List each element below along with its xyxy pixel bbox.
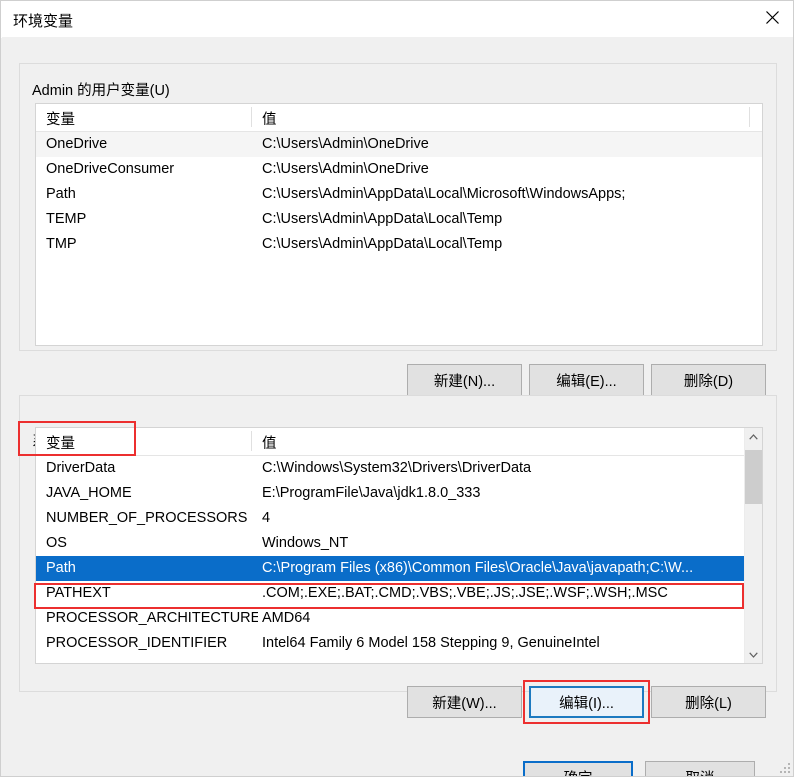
variable-name: PROCESSOR_ARCHITECTURE [46,610,258,626]
user-edit-button[interactable]: 编辑(E)... [529,364,644,396]
table-row[interactable]: PROCESSOR_ARCHITECTURE AMD64 [36,606,762,631]
system-list-scrollbar[interactable] [744,428,762,663]
variable-value: C:\Users\Admin\OneDrive [262,136,429,152]
variable-name: OneDriveConsumer [46,161,175,177]
user-delete-button[interactable]: 删除(D) [651,364,766,396]
system-column-divider [251,431,252,451]
table-row[interactable]: PROCESSOR_IDENTIFIER Intel64 Family 6 Mo… [36,631,762,656]
variable-name: OS [46,535,67,551]
variable-value: C:\Users\Admin\AppData\Local\Temp [262,236,503,252]
system-list-body: DriverData C:\Windows\System32\Drivers\D… [36,456,762,656]
title-bar: 环境变量 [1,1,793,38]
system-edit-button[interactable]: 编辑(I)... [529,686,644,718]
table-row[interactable]: TMP C:\Users\Admin\AppData\Local\Temp [36,232,762,257]
variable-value: 4 [262,510,271,526]
system-new-button[interactable]: 新建(W)... [407,686,522,718]
variable-name: TMP [46,236,77,252]
table-row-selected[interactable]: Path C:\Program Files (x86)\Common Files… [36,556,762,581]
system-delete-button[interactable]: 删除(L) [651,686,766,718]
user-variables-list[interactable]: 变量 值 OneDrive C:\Users\Admin\OneDrive On… [35,103,763,346]
variable-value: C:\Users\Admin\AppData\Local\Microsoft\W… [262,186,626,202]
variable-value: Intel64 Family 6 Model 158 Stepping 9, G… [262,635,600,651]
user-variables-label: Admin 的用户变量(U) [28,79,174,100]
system-variables-list[interactable]: 变量 值 DriverData C:\Windows\System32\Driv… [35,427,763,664]
variable-value: C:\Users\Admin\OneDrive [262,161,429,177]
table-row[interactable]: Path C:\Users\Admin\AppData\Local\Micros… [36,182,762,207]
user-new-button[interactable]: 新建(N)... [407,364,522,396]
table-row[interactable]: NUMBER_OF_PROCESSORS 4 [36,506,762,531]
ok-button[interactable]: 确定 [523,761,633,776]
user-column-divider-end [749,107,750,127]
variable-value: Windows_NT [262,535,349,551]
variable-name: JAVA_HOME [46,485,132,501]
variable-value: E:\ProgramFile\Java\jdk1.8.0_333 [262,485,481,501]
variable-name: Path [46,560,76,576]
variable-value: AMD64 [262,610,311,626]
chevron-down-icon[interactable] [745,646,762,663]
variable-name: OneDrive [46,136,108,152]
table-row[interactable]: JAVA_HOME E:\ProgramFile\Java\jdk1.8.0_3… [36,481,762,506]
user-column-value[interactable]: 值 [262,108,277,129]
system-column-value[interactable]: 值 [262,432,277,453]
scrollbar-thumb[interactable] [745,450,762,504]
user-list-header: 变量 值 [36,104,762,132]
window-title: 环境变量 [13,13,74,30]
environment-variables-dialog: 环境变量 Admin 的用户变量(U) 变量 值 OneDrive C:\Use… [0,0,794,777]
system-list-header: 变量 值 [36,428,762,456]
close-icon[interactable] [749,1,793,33]
chevron-up-icon[interactable] [745,428,762,445]
table-row[interactable]: DriverData C:\Windows\System32\Drivers\D… [36,456,762,481]
system-column-variable[interactable]: 变量 [46,432,75,453]
variable-value: C:\Users\Admin\AppData\Local\Temp [262,211,503,227]
table-row[interactable]: OneDrive C:\Users\Admin\OneDrive [36,132,762,157]
table-row[interactable]: PATHEXT .COM;.EXE;.BAT;.CMD;.VBS;.VBE;.J… [36,581,762,606]
variable-name: PATHEXT [46,585,111,601]
variable-name: Path [46,186,76,202]
variable-name: NUMBER_OF_PROCESSORS [46,510,248,526]
variable-name: PROCESSOR_IDENTIFIER [46,635,228,651]
resize-grip[interactable] [779,762,791,774]
cancel-button[interactable]: 取消 [645,761,755,776]
table-row[interactable]: OneDriveConsumer C:\Users\Admin\OneDrive [36,157,762,182]
user-list-body: OneDrive C:\Users\Admin\OneDrive OneDriv… [36,132,762,257]
variable-name: TEMP [46,211,87,227]
variable-value: C:\Program Files (x86)\Common Files\Orac… [262,560,694,576]
variable-value: C:\Windows\System32\Drivers\DriverData [262,460,532,476]
variable-name: DriverData [46,460,116,476]
table-row[interactable]: TEMP C:\Users\Admin\AppData\Local\Temp [36,207,762,232]
dialog-client-area: Admin 的用户变量(U) 变量 值 OneDrive C:\Users\Ad… [2,37,793,776]
table-row[interactable]: OS Windows_NT [36,531,762,556]
user-column-variable[interactable]: 变量 [46,108,75,129]
user-column-divider [251,107,252,127]
variable-value: .COM;.EXE;.BAT;.CMD;.VBS;.VBE;.JS;.JSE;.… [262,585,668,601]
